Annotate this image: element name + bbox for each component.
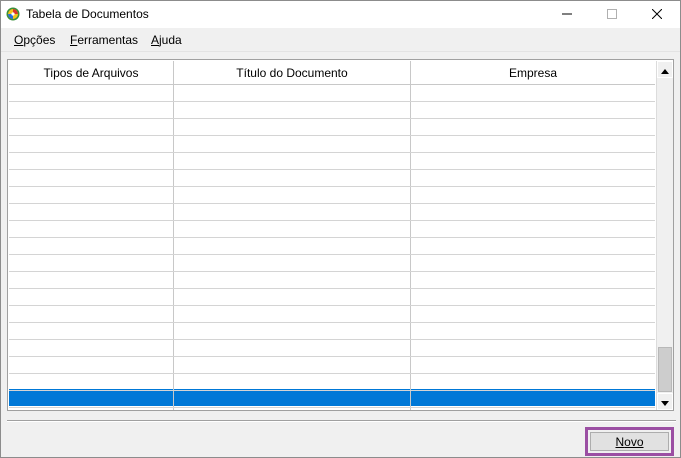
title-bar[interactable]: Tabela de Documentos: [1, 1, 680, 28]
app-window: Tabela de Documentos Opções Ferramentas …: [0, 0, 681, 458]
table-row[interactable]: [9, 357, 655, 373]
table-row[interactable]: [9, 136, 655, 152]
table-row[interactable]: [9, 255, 655, 271]
menu-bar: Opções Ferramentas Ajuda: [1, 28, 680, 52]
new-button-label: Novo: [615, 434, 644, 449]
new-button[interactable]: Novo: [585, 427, 674, 456]
table-row[interactable]: [9, 340, 655, 356]
scroll-thumb[interactable]: [658, 347, 672, 392]
minimize-button[interactable]: [544, 1, 590, 28]
row-divider: [9, 407, 655, 408]
column-header-tipos-de-arquivos[interactable]: Tipos de Arquivos: [9, 61, 173, 84]
close-button[interactable]: [634, 1, 680, 28]
table-row[interactable]: [9, 306, 655, 322]
menu-ajuda[interactable]: Ajuda: [151, 33, 182, 47]
table-row[interactable]: [9, 272, 655, 288]
table-row[interactable]: [9, 153, 655, 169]
documents-table[interactable]: Tipos de Arquivos Título do Documento Em…: [7, 59, 674, 411]
menu-ferramentas[interactable]: Ferramentas: [70, 33, 138, 47]
table-body[interactable]: Tipos de Arquivos Título do Documento Em…: [9, 61, 655, 410]
triangle-up-icon: [661, 63, 669, 77]
footer-separator: [7, 420, 676, 422]
column-header-empresa[interactable]: Empresa: [411, 61, 655, 84]
table-row[interactable]: [9, 374, 655, 390]
vertical-scrollbar[interactable]: [656, 61, 673, 410]
scroll-up-button[interactable]: [657, 61, 673, 78]
scroll-down-button[interactable]: [657, 393, 673, 410]
table-row[interactable]: [9, 204, 655, 220]
triangle-down-icon: [661, 395, 669, 409]
table-row[interactable]: [9, 102, 655, 118]
table-row[interactable]: [9, 323, 655, 339]
table-row[interactable]: [9, 119, 655, 135]
column-header-titulo-do-documento[interactable]: Título do Documento: [174, 61, 410, 84]
table-row[interactable]: [9, 170, 655, 186]
table-row[interactable]: [9, 391, 655, 407]
app-logo-icon: [6, 7, 20, 21]
table-row[interactable]: [9, 187, 655, 203]
close-icon: [651, 8, 663, 22]
table-row[interactable]: [9, 221, 655, 237]
table-header: Tipos de Arquivos Título do Documento Em…: [9, 61, 655, 85]
minimize-icon: [562, 8, 572, 22]
table-row[interactable]: [9, 289, 655, 305]
table-row[interactable]: [9, 85, 655, 101]
window-title: Tabela de Documentos: [26, 7, 149, 21]
menu-opcoes[interactable]: Opções: [14, 33, 55, 47]
maximize-button[interactable]: [589, 1, 635, 28]
maximize-icon: [607, 8, 617, 22]
table-row[interactable]: [9, 238, 655, 254]
